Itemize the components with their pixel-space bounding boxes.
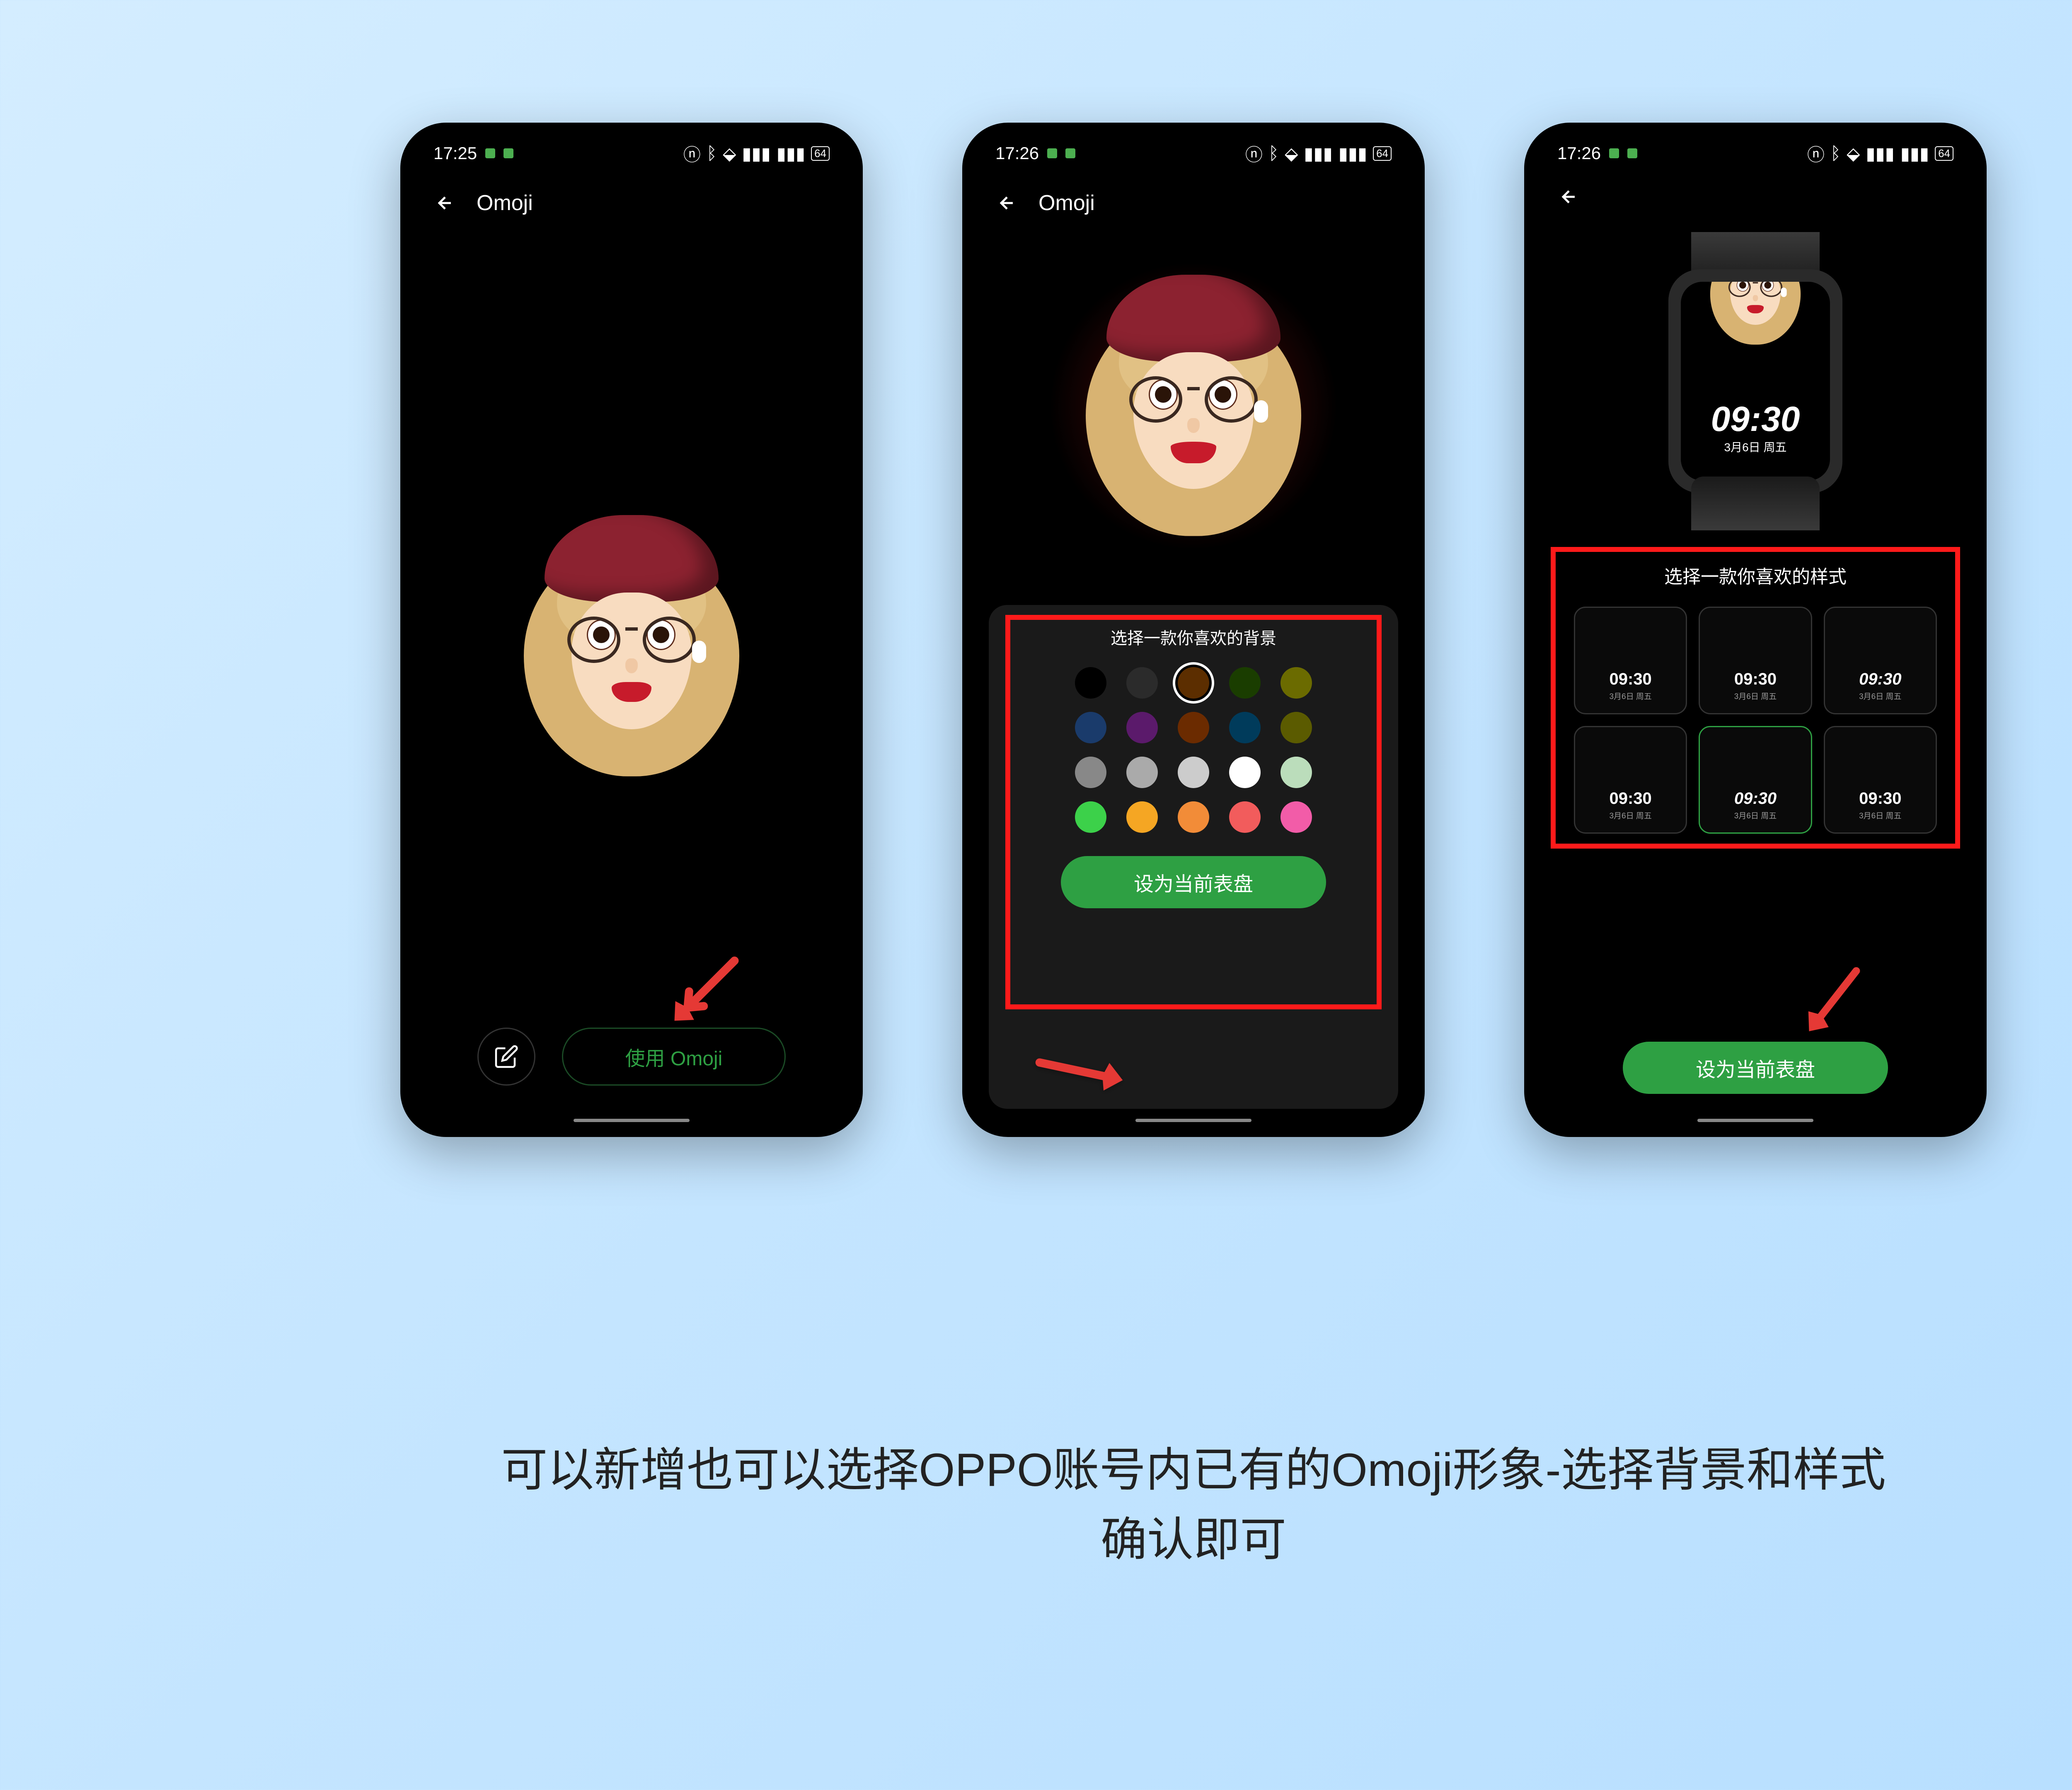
style-option[interactable]: 09:303月6日 周五 [1824,607,1937,714]
signal-icon: ▮▮▮ [1304,143,1332,164]
caption-text: 可以新增也可以选择OPPO账号内已有的Omoji形象-选择背景和样式 确认即可 [0,1435,2072,1575]
home-indicator[interactable] [1697,1119,1813,1122]
color-swatch[interactable] [1178,801,1209,833]
color-swatch[interactable] [1229,801,1261,833]
watch-time: 09:30 [1711,399,1800,439]
panel-title: 选择一款你喜欢的样式 [1551,562,1960,588]
status-bar: 17:25 ⓝ ᛒ ⬙ ▮▮▮ ▮▮▮ 64 [410,133,853,174]
phone-screenshot-3: 17:26 ⓝᛒ ⬙ ▮▮▮ ▮▮▮ 64 09:30 3月6日 周五 选择一款你喜欢的… [1524,123,1987,1137]
status-bar: 17:26 ⓝᛒ ⬙ ▮▮▮ ▮▮▮ 64 [972,133,1415,174]
color-swatch[interactable] [1280,712,1312,743]
phone-screenshot-1: 17:25 ⓝ ᛒ ⬙ ▮▮▮ ▮▮▮ 64 Omoji 使用 Omoji [400,123,863,1137]
header [1534,174,1977,220]
page-title: Omoji [1038,191,1095,215]
color-swatch[interactable] [1075,712,1106,743]
battery-icon: 64 [1373,146,1392,161]
home-indicator[interactable] [574,1119,690,1122]
status-time: 17:25 [433,143,477,163]
watch-date: 3月6日 周五 [1724,438,1787,455]
set-watchface-button[interactable]: 设为当前表盘 [1623,1042,1888,1094]
status-bar: 17:26 ⓝᛒ ⬙ ▮▮▮ ▮▮▮ 64 [1534,133,1977,174]
battery-icon: 64 [1935,146,1953,161]
color-swatch[interactable] [1229,712,1261,743]
color-swatch[interactable] [1126,667,1158,699]
color-swatch[interactable] [1178,712,1209,743]
app-icon [1065,148,1075,158]
app-icon [1047,148,1057,158]
app-icon [485,148,495,158]
nfc-icon: ⓝ [1245,141,1263,166]
back-arrow-icon[interactable] [995,191,1019,215]
signal-icon: ▮▮▮ [777,143,805,164]
app-icon [1627,148,1637,158]
use-omoji-button[interactable]: 使用 Omoji [562,1028,786,1086]
style-option[interactable]: 09:303月6日 周五 [1824,726,1937,834]
style-option[interactable]: 09:303月6日 周五 [1574,607,1687,714]
style-option[interactable]: 09:303月6日 周五 [1699,726,1812,834]
color-swatch[interactable] [1126,757,1158,788]
set-watchface-button[interactable]: 设为当前表盘 [1061,856,1326,908]
panel-title: 选择一款你喜欢的背景 [989,625,1398,649]
bluetooth-icon: ᛒ [1268,143,1279,163]
home-indicator[interactable] [1135,1119,1251,1122]
status-time: 17:26 [1557,143,1601,163]
header: Omoji [972,174,1415,232]
color-swatch[interactable] [1280,801,1312,833]
color-swatch[interactable] [1178,757,1209,788]
avatar-preview [972,232,1415,605]
style-option[interactable]: 09:303月6日 周五 [1574,726,1687,834]
avatar-preview [410,232,853,1127]
color-swatch[interactable] [1229,667,1261,699]
wifi-icon: ⬙ [1285,143,1298,164]
color-swatch[interactable] [1075,667,1106,699]
watch-preview: 09:30 3月6日 周五 [1534,220,1977,547]
wifi-icon: ⬙ [723,143,736,164]
signal-icon: ▮▮▮ [742,143,770,164]
color-swatch[interactable] [1178,667,1209,699]
bluetooth-icon: ᛒ [707,143,717,163]
page-title: Omoji [477,191,533,215]
phone-screenshot-2: 17:26 ⓝᛒ ⬙ ▮▮▮ ▮▮▮ 64 Omoji 选择一款你喜欢的背景 设为当前表… [962,123,1425,1137]
color-swatch[interactable] [1229,757,1261,788]
signal-icon: ▮▮▮ [1900,143,1929,164]
color-swatch[interactable] [1075,757,1106,788]
color-swatch[interactable] [1126,801,1158,833]
color-swatch[interactable] [1280,667,1312,699]
app-icon [503,148,513,158]
nfc-icon: ⓝ [683,141,701,166]
style-panel: 选择一款你喜欢的样式 09:303月6日 周五09:303月6日 周五09:30… [1551,547,1960,849]
signal-icon: ▮▮▮ [1339,143,1367,164]
status-time: 17:26 [995,143,1039,163]
nfc-icon: ⓝ [1807,141,1825,166]
color-swatch[interactable] [1126,712,1158,743]
signal-icon: ▮▮▮ [1866,143,1894,164]
header: Omoji [410,174,853,232]
color-swatch[interactable] [1075,801,1106,833]
style-option[interactable]: 09:303月6日 周五 [1699,607,1812,714]
background-color-panel: 选择一款你喜欢的背景 设为当前表盘 [989,605,1398,1109]
back-arrow-icon[interactable] [1557,185,1581,208]
edit-button[interactable] [477,1028,535,1086]
app-icon [1609,148,1619,158]
color-swatch[interactable] [1280,757,1312,788]
back-arrow-icon[interactable] [433,191,457,215]
battery-icon: 64 [811,146,830,161]
wifi-icon: ⬙ [1847,143,1860,164]
bluetooth-icon: ᛒ [1830,143,1841,163]
